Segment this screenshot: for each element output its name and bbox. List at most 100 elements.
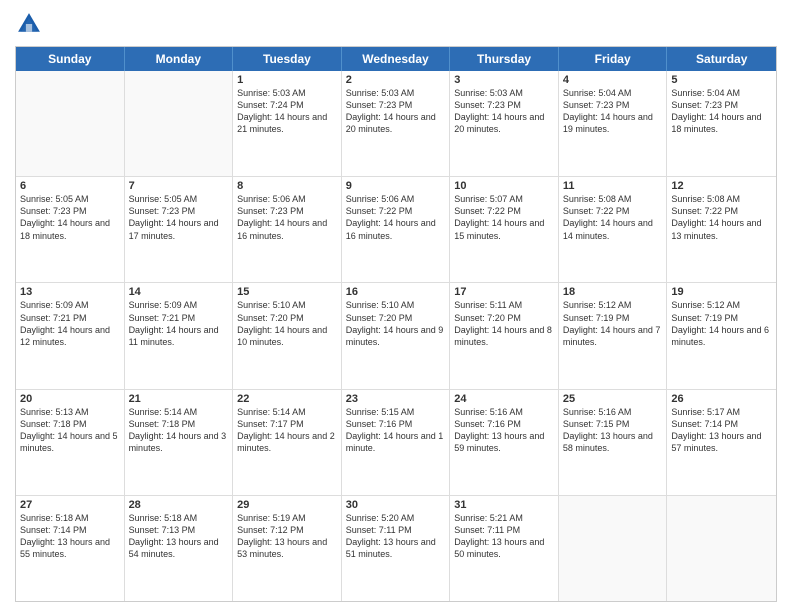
day-number: 20 xyxy=(20,393,120,405)
calendar-cell: 11Sunrise: 5:08 AMSunset: 7:22 PMDayligh… xyxy=(559,177,668,282)
calendar-cell: 26Sunrise: 5:17 AMSunset: 7:14 PMDayligh… xyxy=(667,390,776,495)
calendar-row: 20Sunrise: 5:13 AMSunset: 7:18 PMDayligh… xyxy=(16,390,776,496)
cell-info: Sunrise: 5:18 AMSunset: 7:14 PMDaylight:… xyxy=(20,512,120,561)
cell-info: Sunrise: 5:19 AMSunset: 7:12 PMDaylight:… xyxy=(237,512,337,561)
cell-info: Sunrise: 5:20 AMSunset: 7:11 PMDaylight:… xyxy=(346,512,446,561)
calendar: SundayMondayTuesdayWednesdayThursdayFrid… xyxy=(15,46,777,602)
calendar-cell: 12Sunrise: 5:08 AMSunset: 7:22 PMDayligh… xyxy=(667,177,776,282)
cell-info: Sunrise: 5:05 AMSunset: 7:23 PMDaylight:… xyxy=(20,193,120,242)
calendar-cell: 22Sunrise: 5:14 AMSunset: 7:17 PMDayligh… xyxy=(233,390,342,495)
logo-icon xyxy=(15,10,43,38)
day-number: 15 xyxy=(237,286,337,298)
day-number: 8 xyxy=(237,180,337,192)
calendar-cell: 2Sunrise: 5:03 AMSunset: 7:23 PMDaylight… xyxy=(342,71,451,176)
weekday-header: Wednesday xyxy=(342,47,451,71)
weekday-header: Sunday xyxy=(16,47,125,71)
day-number: 27 xyxy=(20,499,120,511)
cell-info: Sunrise: 5:06 AMSunset: 7:22 PMDaylight:… xyxy=(346,193,446,242)
day-number: 11 xyxy=(563,180,663,192)
day-number: 21 xyxy=(129,393,229,405)
calendar-row: 1Sunrise: 5:03 AMSunset: 7:24 PMDaylight… xyxy=(16,71,776,177)
cell-info: Sunrise: 5:10 AMSunset: 7:20 PMDaylight:… xyxy=(346,299,446,348)
cell-info: Sunrise: 5:05 AMSunset: 7:23 PMDaylight:… xyxy=(129,193,229,242)
cell-info: Sunrise: 5:14 AMSunset: 7:17 PMDaylight:… xyxy=(237,406,337,455)
cell-info: Sunrise: 5:06 AMSunset: 7:23 PMDaylight:… xyxy=(237,193,337,242)
cell-info: Sunrise: 5:16 AMSunset: 7:16 PMDaylight:… xyxy=(454,406,554,455)
cell-info: Sunrise: 5:04 AMSunset: 7:23 PMDaylight:… xyxy=(563,87,663,136)
cell-info: Sunrise: 5:21 AMSunset: 7:11 PMDaylight:… xyxy=(454,512,554,561)
day-number: 13 xyxy=(20,286,120,298)
cell-info: Sunrise: 5:04 AMSunset: 7:23 PMDaylight:… xyxy=(671,87,772,136)
calendar-header: SundayMondayTuesdayWednesdayThursdayFrid… xyxy=(16,47,776,71)
cell-info: Sunrise: 5:11 AMSunset: 7:20 PMDaylight:… xyxy=(454,299,554,348)
calendar-cell: 9Sunrise: 5:06 AMSunset: 7:22 PMDaylight… xyxy=(342,177,451,282)
day-number: 10 xyxy=(454,180,554,192)
calendar-cell: 24Sunrise: 5:16 AMSunset: 7:16 PMDayligh… xyxy=(450,390,559,495)
logo xyxy=(15,10,47,38)
day-number: 7 xyxy=(129,180,229,192)
cell-info: Sunrise: 5:07 AMSunset: 7:22 PMDaylight:… xyxy=(454,193,554,242)
cell-info: Sunrise: 5:08 AMSunset: 7:22 PMDaylight:… xyxy=(671,193,772,242)
calendar-cell: 3Sunrise: 5:03 AMSunset: 7:23 PMDaylight… xyxy=(450,71,559,176)
day-number: 5 xyxy=(671,74,772,86)
calendar-row: 27Sunrise: 5:18 AMSunset: 7:14 PMDayligh… xyxy=(16,496,776,601)
day-number: 19 xyxy=(671,286,772,298)
calendar-cell: 20Sunrise: 5:13 AMSunset: 7:18 PMDayligh… xyxy=(16,390,125,495)
calendar-cell xyxy=(125,71,234,176)
day-number: 3 xyxy=(454,74,554,86)
cell-info: Sunrise: 5:15 AMSunset: 7:16 PMDaylight:… xyxy=(346,406,446,455)
calendar-cell: 30Sunrise: 5:20 AMSunset: 7:11 PMDayligh… xyxy=(342,496,451,601)
day-number: 16 xyxy=(346,286,446,298)
calendar-row: 13Sunrise: 5:09 AMSunset: 7:21 PMDayligh… xyxy=(16,283,776,389)
cell-info: Sunrise: 5:16 AMSunset: 7:15 PMDaylight:… xyxy=(563,406,663,455)
calendar-cell xyxy=(667,496,776,601)
cell-info: Sunrise: 5:09 AMSunset: 7:21 PMDaylight:… xyxy=(20,299,120,348)
weekday-header: Saturday xyxy=(667,47,776,71)
day-number: 26 xyxy=(671,393,772,405)
cell-info: Sunrise: 5:09 AMSunset: 7:21 PMDaylight:… xyxy=(129,299,229,348)
calendar-cell: 27Sunrise: 5:18 AMSunset: 7:14 PMDayligh… xyxy=(16,496,125,601)
day-number: 14 xyxy=(129,286,229,298)
calendar-cell: 29Sunrise: 5:19 AMSunset: 7:12 PMDayligh… xyxy=(233,496,342,601)
calendar-cell: 18Sunrise: 5:12 AMSunset: 7:19 PMDayligh… xyxy=(559,283,668,388)
header xyxy=(15,10,777,38)
calendar-row: 6Sunrise: 5:05 AMSunset: 7:23 PMDaylight… xyxy=(16,177,776,283)
cell-info: Sunrise: 5:03 AMSunset: 7:24 PMDaylight:… xyxy=(237,87,337,136)
cell-info: Sunrise: 5:18 AMSunset: 7:13 PMDaylight:… xyxy=(129,512,229,561)
day-number: 31 xyxy=(454,499,554,511)
day-number: 22 xyxy=(237,393,337,405)
cell-info: Sunrise: 5:03 AMSunset: 7:23 PMDaylight:… xyxy=(454,87,554,136)
day-number: 12 xyxy=(671,180,772,192)
cell-info: Sunrise: 5:12 AMSunset: 7:19 PMDaylight:… xyxy=(563,299,663,348)
day-number: 9 xyxy=(346,180,446,192)
day-number: 4 xyxy=(563,74,663,86)
calendar-cell: 15Sunrise: 5:10 AMSunset: 7:20 PMDayligh… xyxy=(233,283,342,388)
calendar-cell: 8Sunrise: 5:06 AMSunset: 7:23 PMDaylight… xyxy=(233,177,342,282)
calendar-cell: 5Sunrise: 5:04 AMSunset: 7:23 PMDaylight… xyxy=(667,71,776,176)
weekday-header: Friday xyxy=(559,47,668,71)
weekday-header: Tuesday xyxy=(233,47,342,71)
calendar-cell: 21Sunrise: 5:14 AMSunset: 7:18 PMDayligh… xyxy=(125,390,234,495)
calendar-cell: 4Sunrise: 5:04 AMSunset: 7:23 PMDaylight… xyxy=(559,71,668,176)
day-number: 18 xyxy=(563,286,663,298)
calendar-cell: 6Sunrise: 5:05 AMSunset: 7:23 PMDaylight… xyxy=(16,177,125,282)
day-number: 17 xyxy=(454,286,554,298)
day-number: 1 xyxy=(237,74,337,86)
day-number: 6 xyxy=(20,180,120,192)
calendar-cell: 14Sunrise: 5:09 AMSunset: 7:21 PMDayligh… xyxy=(125,283,234,388)
calendar-cell xyxy=(559,496,668,601)
cell-info: Sunrise: 5:13 AMSunset: 7:18 PMDaylight:… xyxy=(20,406,120,455)
day-number: 28 xyxy=(129,499,229,511)
calendar-cell: 17Sunrise: 5:11 AMSunset: 7:20 PMDayligh… xyxy=(450,283,559,388)
cell-info: Sunrise: 5:12 AMSunset: 7:19 PMDaylight:… xyxy=(671,299,772,348)
calendar-cell: 7Sunrise: 5:05 AMSunset: 7:23 PMDaylight… xyxy=(125,177,234,282)
calendar-cell: 23Sunrise: 5:15 AMSunset: 7:16 PMDayligh… xyxy=(342,390,451,495)
calendar-cell: 19Sunrise: 5:12 AMSunset: 7:19 PMDayligh… xyxy=(667,283,776,388)
calendar-cell: 28Sunrise: 5:18 AMSunset: 7:13 PMDayligh… xyxy=(125,496,234,601)
calendar-cell: 31Sunrise: 5:21 AMSunset: 7:11 PMDayligh… xyxy=(450,496,559,601)
day-number: 23 xyxy=(346,393,446,405)
day-number: 25 xyxy=(563,393,663,405)
calendar-page: SundayMondayTuesdayWednesdayThursdayFrid… xyxy=(0,0,792,612)
day-number: 24 xyxy=(454,393,554,405)
calendar-cell: 10Sunrise: 5:07 AMSunset: 7:22 PMDayligh… xyxy=(450,177,559,282)
